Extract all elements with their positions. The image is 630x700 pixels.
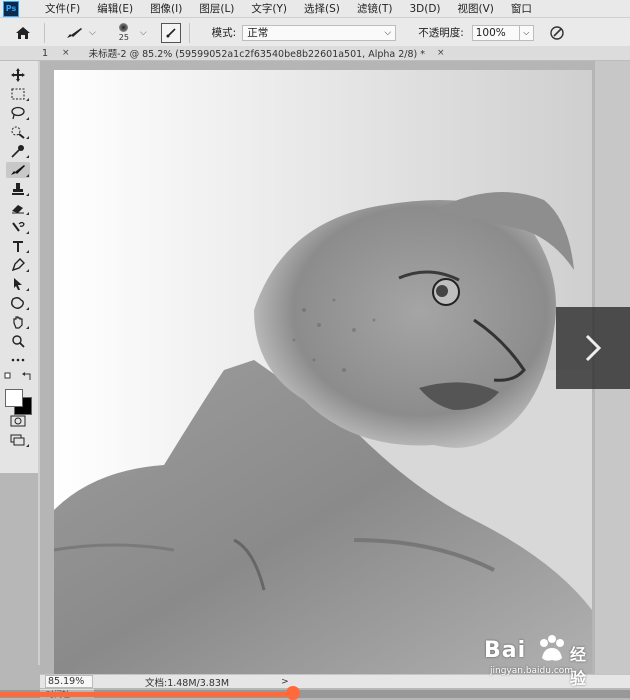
eyedropper-icon: [11, 145, 24, 158]
lasso-icon: [11, 106, 25, 120]
screen-mode-button[interactable]: [6, 432, 30, 448]
marquee-icon: [11, 88, 25, 100]
type-icon: [13, 241, 23, 252]
watermark: Bai 经验 jingyan.baidu.com: [480, 630, 600, 688]
tool-blur[interactable]: [6, 219, 30, 235]
path-select-icon: [14, 278, 22, 290]
tool-eyedropper[interactable]: [6, 143, 30, 159]
pressure-icon: [550, 25, 564, 40]
divider: [188, 22, 190, 43]
menu-type[interactable]: 文字(Y): [251, 1, 287, 16]
tab-close-button[interactable]: ×: [437, 48, 445, 58]
chevron-down-icon[interactable]: ⌵: [140, 28, 147, 38]
portrait-image: [54, 70, 592, 674]
opacity-dropdown-button[interactable]: ⌵: [519, 24, 534, 41]
mode-select[interactable]: 正常 ⌵: [242, 24, 397, 41]
menu-layer[interactable]: 图层(L): [199, 1, 234, 16]
watermark-brand: Bai: [484, 638, 527, 663]
canvas-area[interactable]: [40, 61, 595, 674]
tool-more[interactable]: [6, 352, 30, 368]
home-icon: [16, 26, 30, 39]
watermark-url: jingyan.baidu.com: [490, 666, 574, 676]
chevron-down-icon: ⌵: [384, 27, 392, 38]
tool-zoom[interactable]: [6, 333, 30, 349]
tool-clone-stamp[interactable]: [6, 181, 30, 197]
menu-filter[interactable]: 滤镜(T): [357, 1, 393, 16]
brush-size-value: 25: [118, 33, 129, 42]
watermark-brand-suffix: 经验: [570, 645, 587, 688]
tool-eraser[interactable]: [6, 200, 30, 216]
tool-preset-picker[interactable]: ⌵: [65, 27, 96, 39]
status-menu-arrow[interactable]: >: [281, 677, 289, 687]
quick-select-icon: [11, 126, 25, 139]
tool-hand[interactable]: [6, 314, 30, 330]
opacity-label: 不透明度:: [418, 27, 464, 39]
divider: [44, 22, 45, 43]
tool-marquee[interactable]: [6, 86, 30, 102]
tool-move[interactable]: [6, 67, 30, 83]
brush-icon: [11, 165, 25, 175]
tool-type[interactable]: [6, 238, 30, 254]
chevron-down-icon: ⌵: [89, 27, 96, 38]
menu-view[interactable]: 视图(V): [458, 1, 494, 16]
swap-colors-icon: [4, 372, 31, 380]
document-tab-title[interactable]: 未标题-2 @ 85.2% (59599052a1c2f63540be8b226…: [89, 46, 425, 60]
chevron-right-icon: [585, 334, 602, 362]
ruler-marker: 1: [42, 47, 49, 59]
app-logo: Ps: [3, 0, 19, 17]
menu-image[interactable]: 图像(I): [150, 1, 182, 16]
menu-file[interactable]: 文件(F): [45, 1, 80, 16]
tool-lasso[interactable]: [6, 105, 30, 121]
mode-value: 正常: [247, 27, 269, 39]
mode-label: 模式:: [211, 27, 237, 39]
blur-icon: [12, 221, 25, 232]
menu-3d[interactable]: 3D(D): [409, 3, 440, 15]
screen-mode-icon: [10, 434, 25, 446]
pressure-opacity-button[interactable]: [546, 23, 568, 43]
tool-shape[interactable]: [6, 295, 30, 311]
document-frame: [54, 70, 592, 674]
brush-icon: [67, 27, 82, 38]
quick-mask-button[interactable]: [6, 413, 30, 429]
document-canvas[interactable]: [54, 70, 592, 674]
menu-window[interactable]: 窗口: [511, 1, 532, 16]
stamp-icon: [12, 183, 24, 195]
brush-tip-icon: [119, 23, 129, 32]
shape-icon: [11, 297, 24, 309]
more-icon: [11, 358, 25, 362]
tool-quick-select[interactable]: [6, 124, 30, 140]
video-progress-fill: [0, 692, 293, 697]
foreground-color-swatch[interactable]: [5, 389, 23, 407]
home-button[interactable]: [10, 22, 36, 44]
tool-path-select[interactable]: [6, 276, 30, 292]
next-slide-button[interactable]: [556, 307, 630, 389]
paw-icon: [540, 635, 564, 661]
tool-pen[interactable]: [6, 257, 30, 273]
move-icon: [11, 68, 25, 82]
menu-select[interactable]: 选择(S): [304, 1, 340, 16]
document-tab-bar: 1 × 未标题-2 @ 85.2% (59599052a1c2f63540be8…: [0, 46, 630, 61]
color-swatches[interactable]: [5, 383, 33, 415]
eraser-icon: [12, 205, 24, 214]
close-icon[interactable]: ×: [62, 48, 70, 58]
quick-mask-icon: [10, 415, 26, 427]
brush-settings-button[interactable]: [160, 22, 181, 43]
opacity-input[interactable]: 100%: [471, 24, 520, 41]
menu-edit[interactable]: 编辑(E): [97, 1, 133, 16]
zoom-icon: [12, 335, 25, 348]
swap-colors-control[interactable]: [4, 372, 34, 382]
document-size-info: 文档:1.48M/3.83M: [145, 677, 230, 689]
zoom-level-input[interactable]: 85.19%: [45, 675, 93, 688]
brush-preset-picker[interactable]: 25: [114, 23, 134, 42]
brush-panel-icon: [166, 27, 176, 38]
tool-brush[interactable]: [6, 162, 30, 178]
pen-icon: [11, 258, 25, 272]
tools-panel: [0, 61, 39, 473]
menu-bar: Ps 文件(F) 编辑(E) 图像(I) 图层(L) 文字(Y) 选择(S) 滤…: [0, 0, 630, 18]
hand-icon: [13, 316, 23, 329]
options-bar: ⌵ 25 ⌵ 模式: 正常 ⌵ 不透明度: 100% ⌵: [0, 18, 630, 48]
